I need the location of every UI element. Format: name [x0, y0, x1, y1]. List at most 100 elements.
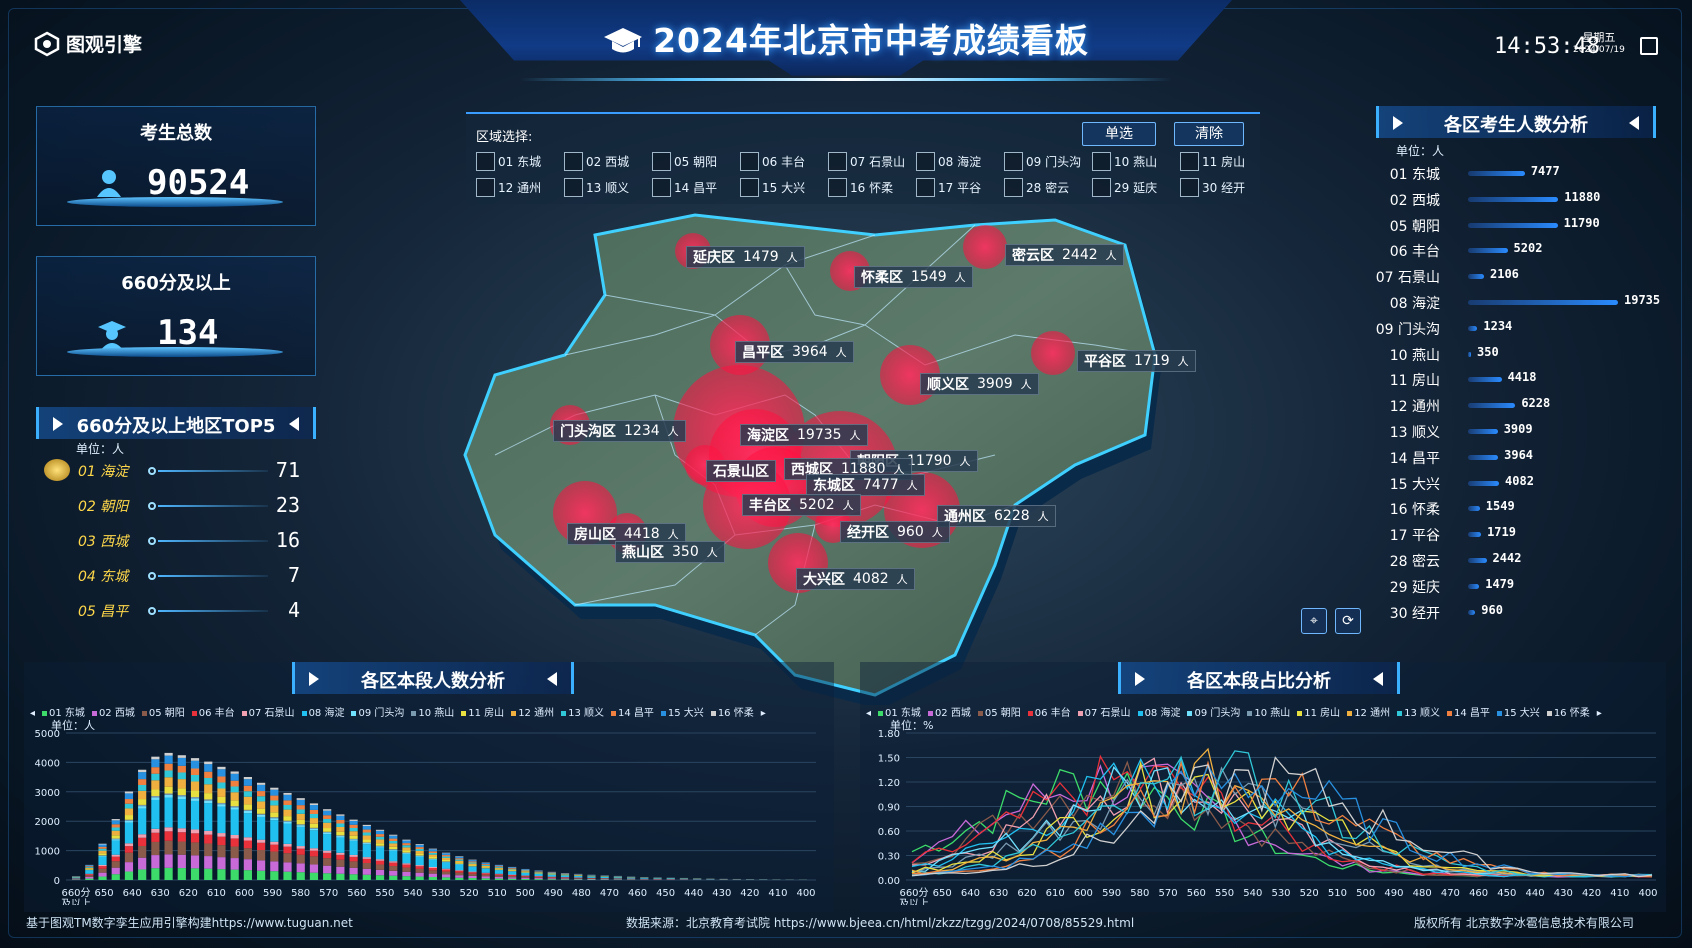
region-checkbox[interactable]: 28 密云: [1004, 178, 1069, 197]
top5-row[interactable]: 01 海淀 71: [40, 456, 310, 486]
region-checkbox[interactable]: 07 石景山: [828, 152, 905, 171]
district-row[interactable]: 08 海淀 19735: [1378, 290, 1678, 314]
region-checkbox[interactable]: 15 大兴: [740, 178, 805, 197]
district-row[interactable]: 06 丰台 5202: [1378, 238, 1678, 262]
checkbox-box[interactable]: [1004, 178, 1023, 197]
map-district-label[interactable]: 经开区 960 人: [840, 521, 950, 543]
map-district-label[interactable]: 顺义区 3909 人: [920, 373, 1039, 395]
checkbox-box[interactable]: [476, 178, 495, 197]
region-checkbox[interactable]: 16 怀柔: [828, 178, 893, 197]
region-checkbox[interactable]: 30 经开: [1180, 178, 1245, 197]
checkbox-box[interactable]: [1092, 178, 1111, 197]
band-count-legend[interactable]: ◂ 01 东城 02 西城 05 朝阳 06 丰台 07 石景山 08 海淀 09 门头沟 10…: [30, 704, 773, 719]
legend-next-icon[interactable]: ▸: [1597, 708, 1602, 719]
region-checkbox[interactable]: 01 东城: [476, 152, 541, 171]
external-link-icon[interactable]: [1640, 37, 1658, 55]
top5-row[interactable]: 04 东城 7: [40, 561, 310, 591]
legend-item[interactable]: 11 房山: [461, 708, 504, 719]
legend-item[interactable]: 10 燕山: [1247, 708, 1290, 719]
band-ratio-legend[interactable]: ◂ 01 东城 02 西城 05 朝阳 06 丰台 07 石景山 08 海淀 09 门头沟 10…: [866, 704, 1609, 719]
map-district-label[interactable]: 燕山区 350 人: [615, 541, 725, 563]
checkbox-box[interactable]: [652, 152, 671, 171]
district-row[interactable]: 13 顺义 3909: [1378, 419, 1678, 443]
legend-item[interactable]: 07 石景山: [241, 708, 295, 719]
district-row[interactable]: 02 西城 11880: [1378, 187, 1678, 211]
checkbox-box[interactable]: [476, 152, 495, 171]
legend-item[interactable]: 13 顺义: [1397, 708, 1440, 719]
region-checkbox[interactable]: 05 朝阳: [652, 152, 717, 171]
district-row[interactable]: 15 大兴 4082: [1378, 471, 1678, 495]
arrow-left-icon[interactable]: [289, 417, 299, 431]
legend-item[interactable]: 09 门头沟: [1187, 708, 1240, 719]
district-row[interactable]: 17 平谷 1719: [1378, 522, 1678, 546]
district-row[interactable]: 28 密云 2442: [1378, 548, 1678, 572]
legend-item[interactable]: 12 通州: [511, 708, 554, 719]
map-district-label[interactable]: 东城区 7477 人: [806, 474, 925, 496]
legend-item[interactable]: 14 昌平: [611, 708, 654, 719]
legend-item[interactable]: 02 西城: [927, 708, 971, 719]
map-district-label[interactable]: 丰台区 5202 人: [742, 494, 861, 516]
legend-prev-icon[interactable]: ◂: [866, 708, 871, 719]
footer-credit[interactable]: 基于图观TM数字孪生应用引擎构建https://www.tuguan.net: [26, 914, 353, 931]
top5-row[interactable]: 05 昌平 4: [40, 596, 310, 626]
checkbox-box[interactable]: [564, 178, 583, 197]
checkbox-box[interactable]: [1004, 152, 1023, 171]
legend-next-icon[interactable]: ▸: [761, 708, 766, 719]
legend-item[interactable]: 16 怀柔: [710, 708, 754, 719]
district-row[interactable]: 10 燕山 350: [1378, 342, 1678, 366]
region-checkbox[interactable]: 17 平谷: [916, 178, 981, 197]
district-row[interactable]: 11 房山 4418: [1378, 367, 1678, 391]
legend-item[interactable]: 14 昌平: [1447, 708, 1490, 719]
legend-item[interactable]: 10 燕山: [411, 708, 454, 719]
arrow-left-icon[interactable]: [1373, 672, 1383, 686]
district-row[interactable]: 30 经开 960: [1378, 600, 1678, 624]
legend-item[interactable]: 08 海淀: [301, 708, 344, 719]
checkbox-box[interactable]: [916, 178, 935, 197]
checkbox-box[interactable]: [828, 152, 847, 171]
map-district-label[interactable]: 延庆区 1479 人: [686, 246, 805, 268]
checkbox-box[interactable]: [1092, 152, 1111, 171]
clear-button[interactable]: 清除: [1174, 122, 1244, 146]
district-row[interactable]: 07 石景山 2106: [1376, 264, 1678, 288]
single-select-button[interactable]: 单选: [1082, 122, 1156, 146]
checkbox-box[interactable]: [564, 152, 583, 171]
top5-row[interactable]: 03 西城 16: [40, 526, 310, 556]
district-row[interactable]: 09 门头沟 1234: [1376, 316, 1678, 340]
district-row[interactable]: 14 昌平 3964: [1378, 445, 1678, 469]
region-checkbox[interactable]: 09 门头沟: [1004, 152, 1081, 171]
map-district-label[interactable]: 怀柔区 1549 人: [854, 266, 973, 288]
legend-prev-icon[interactable]: ◂: [30, 708, 35, 719]
district-row[interactable]: 16 怀柔 1549: [1378, 496, 1678, 520]
checkbox-box[interactable]: [740, 178, 759, 197]
region-checkbox[interactable]: 11 房山: [1180, 152, 1245, 171]
legend-item[interactable]: 06 丰台: [1027, 708, 1071, 719]
legend-item[interactable]: 15 大兴: [1496, 708, 1540, 719]
legend-item[interactable]: 05 朝阳: [141, 708, 185, 719]
legend-item[interactable]: 07 石景山: [1077, 708, 1131, 719]
legend-item[interactable]: 05 朝阳: [977, 708, 1021, 719]
region-checkbox[interactable]: 14 昌平: [652, 178, 717, 197]
legend-item[interactable]: 11 房山: [1297, 708, 1340, 719]
map-district-label[interactable]: 石景山区: [706, 460, 776, 482]
map-district-label[interactable]: 门头沟区 1234 人: [553, 420, 686, 442]
legend-item[interactable]: 12 通州: [1347, 708, 1390, 719]
locate-icon[interactable]: ⌖: [1301, 608, 1327, 634]
legend-item[interactable]: 15 大兴: [660, 708, 704, 719]
arrow-left-icon[interactable]: [547, 672, 557, 686]
checkbox-box[interactable]: [916, 152, 935, 171]
region-checkbox[interactable]: 12 通州: [476, 178, 541, 197]
top5-row[interactable]: 02 朝阳 23: [40, 491, 310, 521]
map-district-label[interactable]: 通州区 6228 人: [937, 505, 1056, 527]
checkbox-box[interactable]: [1180, 178, 1199, 197]
region-checkbox[interactable]: 10 燕山: [1092, 152, 1157, 171]
reset-view-icon[interactable]: ⟳: [1335, 608, 1361, 634]
legend-item[interactable]: 16 怀柔: [1546, 708, 1590, 719]
district-row[interactable]: 01 东城 7477: [1378, 161, 1678, 185]
legend-item[interactable]: 02 西城: [91, 708, 135, 719]
region-checkbox[interactable]: 06 丰台: [740, 152, 805, 171]
region-checkbox[interactable]: 29 延庆: [1092, 178, 1157, 197]
checkbox-box[interactable]: [828, 178, 847, 197]
district-row[interactable]: 29 延庆 1479: [1378, 574, 1678, 598]
checkbox-box[interactable]: [1180, 152, 1199, 171]
map-district-label[interactable]: 海淀区 19735 人: [740, 424, 868, 446]
